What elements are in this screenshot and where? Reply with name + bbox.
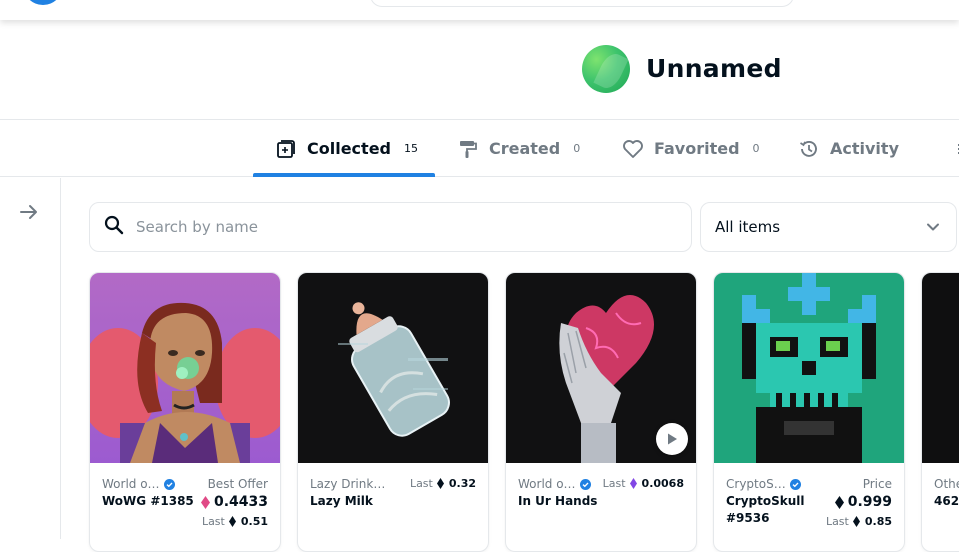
items-filter-value: All items bbox=[715, 218, 781, 236]
top-navbar bbox=[0, 0, 959, 20]
nft-image-partial bbox=[922, 273, 959, 463]
opensea-logo[interactable] bbox=[23, 0, 63, 5]
play-icon bbox=[668, 433, 677, 445]
verified-badge-icon bbox=[579, 478, 591, 490]
tab-favorited[interactable]: Favorited 0 bbox=[622, 120, 760, 177]
nft-image-in-ur-hands bbox=[506, 273, 696, 463]
collection-name-text: Othe bbox=[934, 477, 959, 491]
eth-icon bbox=[228, 515, 237, 528]
last-label: Last bbox=[201, 515, 225, 528]
nft-name: CryptoSkull bbox=[726, 494, 805, 508]
last-label: Last bbox=[409, 477, 433, 490]
last-sale: Last 0.32 bbox=[410, 477, 476, 490]
collection-name-text: CryptoS… bbox=[726, 477, 786, 491]
collection-name-text: World o… bbox=[518, 477, 576, 491]
last-amount: 0.32 bbox=[448, 477, 476, 490]
verified-badge-icon bbox=[163, 478, 175, 490]
collection-name[interactable]: CryptoS… bbox=[726, 477, 801, 491]
tab-created[interactable]: Created 0 bbox=[457, 120, 580, 177]
last-sale: Last 0.0068 bbox=[603, 477, 684, 490]
nft-card[interactable]: Lazy Drink… Lazy Milk Last 0.32 bbox=[297, 272, 489, 552]
nft-card[interactable]: World o… In Ur Hands Last 0.0068 bbox=[505, 272, 697, 552]
price-value: 0.4433 bbox=[200, 494, 268, 510]
nft-card[interactable]: Othe 4624 bbox=[921, 272, 959, 552]
collection-name[interactable]: Lazy Drink… bbox=[310, 477, 385, 491]
tab-collected-count: 15 bbox=[404, 142, 418, 155]
price-label: Price bbox=[862, 477, 892, 491]
price-value: 0.999 bbox=[834, 494, 892, 510]
nft-name: Lazy Milk bbox=[310, 494, 373, 508]
nft-card[interactable]: CryptoS… CryptoSkull #9536 Price 0.999 L… bbox=[713, 272, 905, 552]
tab-favorited-label: Favorited bbox=[654, 139, 740, 158]
active-tab-indicator bbox=[253, 173, 435, 177]
eth-icon bbox=[852, 515, 861, 528]
profile-avatar bbox=[582, 45, 630, 93]
collection-name[interactable]: Othe bbox=[934, 477, 959, 491]
global-search-bar[interactable] bbox=[370, 0, 794, 7]
play-video-button[interactable] bbox=[656, 423, 688, 455]
price-amount: 0.999 bbox=[847, 494, 892, 510]
nft-image-cryptoskull bbox=[714, 273, 904, 463]
profile-tabs: Collected 15 Created 0 Favorited 0 Activ… bbox=[0, 119, 959, 177]
tab-collected[interactable]: Collected 15 bbox=[275, 120, 418, 177]
tab-activity[interactable]: Activity bbox=[798, 120, 899, 177]
last-sale: Last 0.51 bbox=[202, 515, 268, 528]
items-filter-select[interactable]: All items bbox=[700, 202, 957, 252]
last-amount: 0.51 bbox=[240, 515, 268, 528]
collected-icon bbox=[275, 138, 297, 160]
eth-icon bbox=[436, 477, 445, 490]
tab-collected-label: Collected bbox=[307, 139, 391, 158]
nft-name: 4624 bbox=[934, 494, 959, 508]
price-amount: 0.4433 bbox=[213, 494, 268, 510]
collection-name[interactable]: World o… bbox=[102, 477, 175, 491]
profile-header: Unnamed bbox=[0, 20, 959, 119]
tab-created-count: 0 bbox=[573, 142, 581, 155]
more-tabs-menu[interactable] bbox=[950, 120, 959, 177]
search-by-name-box bbox=[89, 202, 692, 252]
verified-badge-icon bbox=[789, 478, 801, 490]
expand-filters-arrow-icon[interactable] bbox=[17, 200, 41, 224]
collection-name-text: World o… bbox=[102, 477, 160, 491]
menu-icon bbox=[950, 138, 959, 160]
collection-name-text: Lazy Drink… bbox=[310, 477, 386, 491]
profile-name: Unnamed bbox=[646, 54, 782, 83]
search-input[interactable] bbox=[136, 218, 676, 236]
nft-image-lazy-milk bbox=[298, 273, 488, 463]
chevron-down-icon bbox=[926, 220, 940, 239]
last-label: Last bbox=[602, 477, 626, 490]
last-amount: 0.0068 bbox=[641, 477, 684, 490]
collection-name[interactable]: World o… bbox=[518, 477, 591, 491]
search-icon bbox=[104, 215, 124, 240]
filter-sidebar bbox=[0, 178, 61, 539]
paint-roller-icon bbox=[457, 138, 479, 160]
last-sale: Last 0.85 bbox=[826, 515, 892, 528]
weth-icon bbox=[200, 496, 210, 509]
price-label: Best Offer bbox=[207, 477, 268, 491]
nft-name: WoWG #1385 bbox=[102, 494, 194, 508]
tab-favorited-count: 0 bbox=[752, 142, 760, 155]
tab-activity-label: Activity bbox=[830, 139, 899, 158]
polygon-eth-icon bbox=[629, 477, 638, 490]
heart-icon bbox=[622, 138, 644, 160]
last-label: Last bbox=[825, 515, 849, 528]
eth-icon bbox=[834, 496, 844, 509]
tab-created-label: Created bbox=[489, 139, 561, 158]
nft-name-line2: #9536 bbox=[726, 511, 770, 525]
last-amount: 0.85 bbox=[864, 515, 892, 528]
nft-image-wowg bbox=[90, 273, 280, 463]
history-icon bbox=[798, 138, 820, 160]
nft-card[interactable]: World o… WoWG #1385 Best Offer 0.4433 La… bbox=[89, 272, 281, 552]
nft-name: In Ur Hands bbox=[518, 494, 598, 508]
